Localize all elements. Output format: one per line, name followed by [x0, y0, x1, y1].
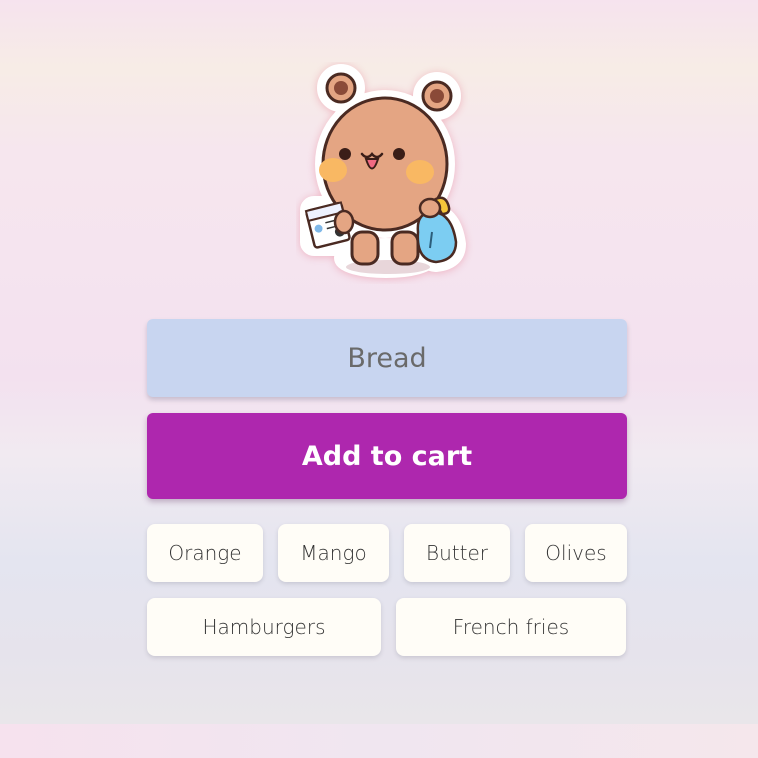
suggestion-chip-orange[interactable]: Orange	[147, 524, 263, 582]
suggestion-row-1: Orange Mango Butter Olives	[147, 524, 627, 582]
suggestion-chip-french-fries[interactable]: French fries	[396, 598, 626, 656]
suggestion-chip-hamburgers[interactable]: Hamburgers	[147, 598, 381, 656]
add-to-cart-button[interactable]: Add to cart	[147, 413, 627, 499]
suggestion-row-2: Hamburgers French fries	[147, 598, 627, 656]
suggestion-chip-olives[interactable]: Olives	[525, 524, 627, 582]
suggestion-chips: Orange Mango Butter Olives Hamburgers Fr…	[147, 524, 627, 672]
suggestion-chip-butter[interactable]: Butter	[404, 524, 510, 582]
bear-mascot-icon	[300, 64, 466, 278]
item-input[interactable]	[147, 319, 627, 397]
bottom-background-strip	[0, 724, 758, 758]
suggestion-chip-mango[interactable]: Mango	[278, 524, 389, 582]
